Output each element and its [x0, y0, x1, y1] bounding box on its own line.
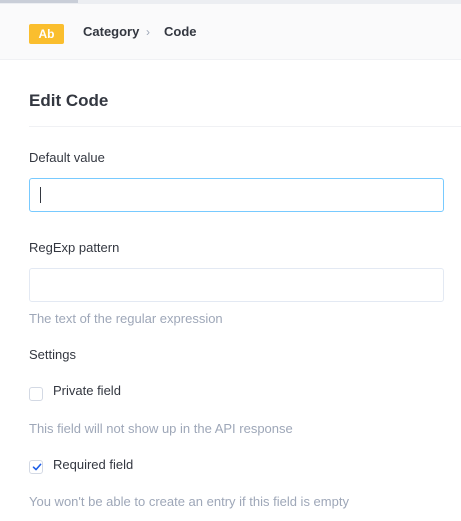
- checkmark-icon: [32, 463, 42, 471]
- private-field-label[interactable]: Private field: [53, 383, 121, 398]
- breadcrumb-category[interactable]: Category: [83, 24, 139, 40]
- title-divider: [29, 126, 461, 127]
- default-value-input[interactable]: [29, 178, 444, 212]
- chevron-right-icon: ›: [146, 25, 150, 39]
- required-field-label[interactable]: Required field: [53, 457, 133, 472]
- header-bar: Ab Category › Code: [0, 4, 461, 60]
- active-tab-indicator: [0, 0, 78, 3]
- required-field-checkbox[interactable]: [29, 460, 43, 474]
- default-value-label: Default value: [29, 150, 105, 165]
- text-cursor: [40, 187, 41, 203]
- settings-label: Settings: [29, 347, 76, 362]
- page-title: Edit Code: [29, 91, 109, 110]
- regexp-pattern-input[interactable]: [29, 268, 444, 302]
- private-field-help-text: This field will not show up in the API r…: [29, 421, 293, 436]
- regexp-help-text: The text of the regular expression: [29, 311, 223, 326]
- required-field-help-text: You won't be able to create an entry if …: [29, 494, 349, 509]
- private-field-checkbox[interactable]: [29, 387, 43, 401]
- breadcrumb-code: Code: [164, 24, 197, 39]
- regexp-pattern-label: RegExp pattern: [29, 240, 120, 255]
- content-type-badge: Ab: [29, 24, 64, 44]
